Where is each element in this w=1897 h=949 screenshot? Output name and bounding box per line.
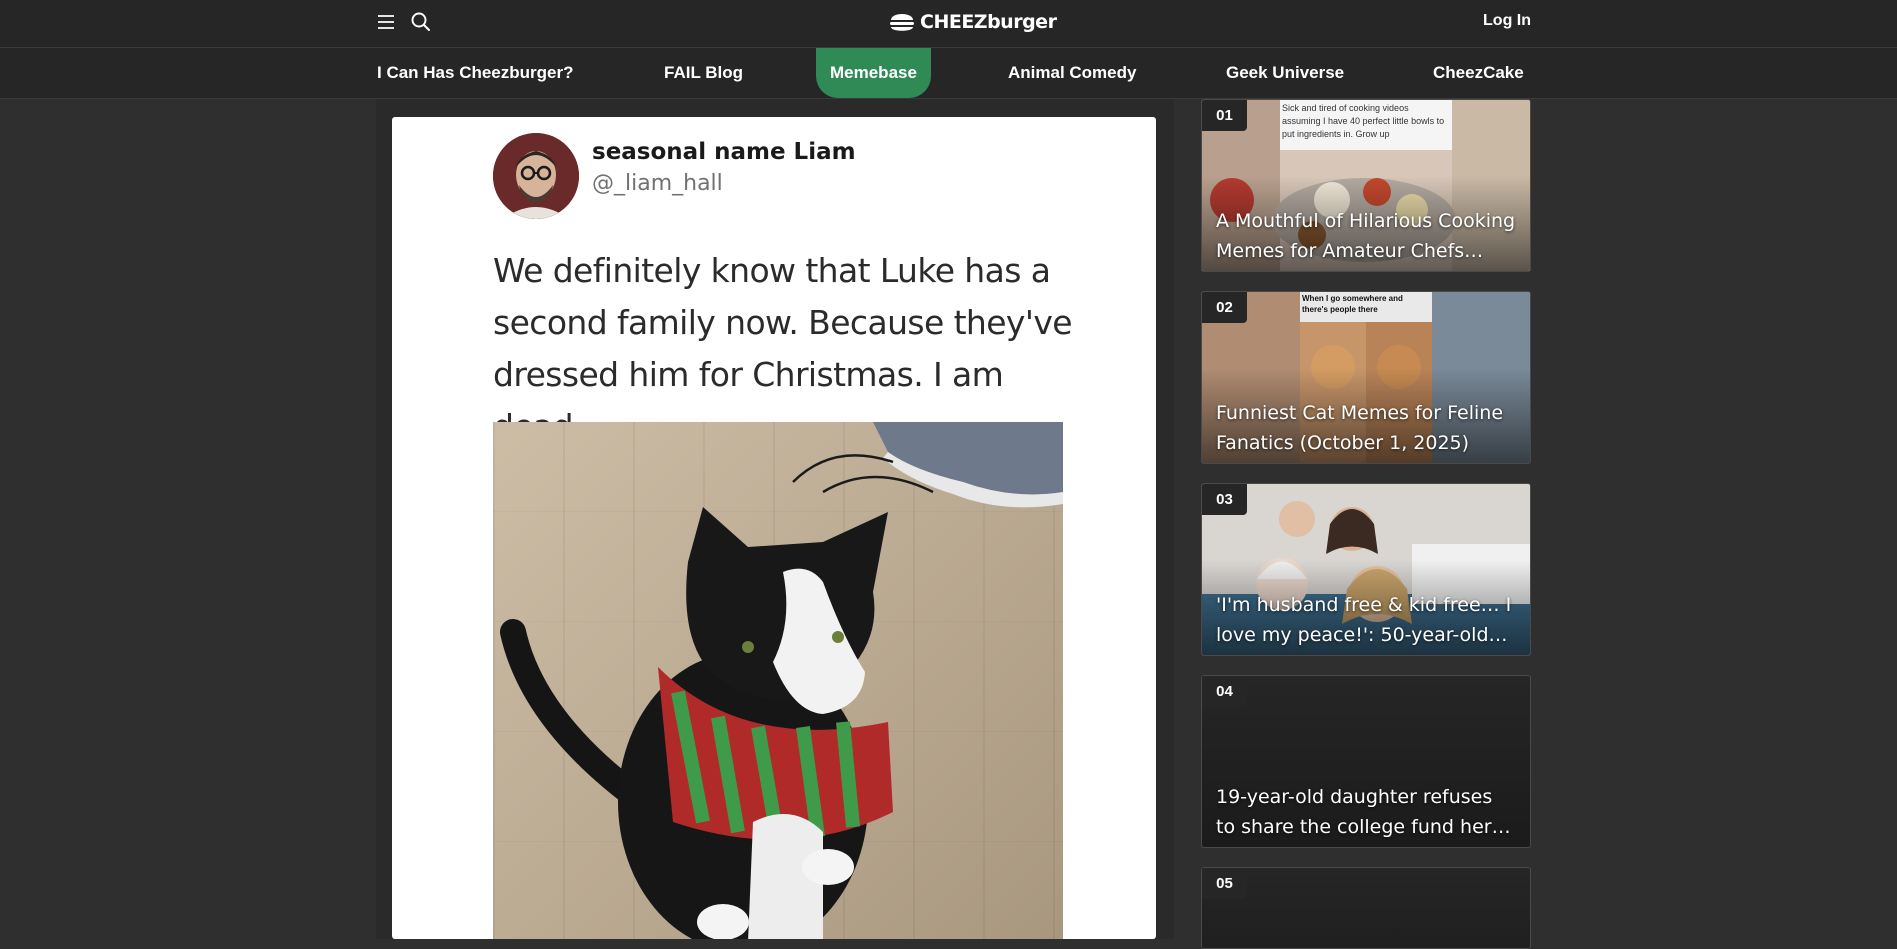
post-card: seasonal name Liam @_liam_hall We defini… [392,117,1156,939]
hamburger-menu-icon[interactable] [376,12,396,32]
nav-item-i-can-has-cheezburger[interactable]: I Can Has Cheezburger? [377,48,574,98]
nav-item-memebase[interactable]: Memebase [816,48,931,98]
top-bar: CHEEZburger Log In [0,0,1897,48]
sidebar-item-title: 'I'm husband free & kid free… I love my … [1216,594,1512,646]
login-link[interactable]: Log In [1483,12,1531,30]
thumbnail-caption: Sick and tired of cooking videos assumin… [1282,103,1445,139]
sidebar-item-1[interactable]: Sick and tired of cooking videos assumin… [1201,99,1531,272]
rank-badge: 04 [1202,676,1247,707]
burger-icon [890,14,914,31]
sidebar-item-2[interactable]: When I go somewhere and there's people t… [1201,291,1531,464]
rank-badge: 01 [1202,100,1247,131]
cat-photo [493,422,1063,939]
site-nav: I Can Has Cheezburger? FAIL Blog Memebas… [0,48,1897,99]
sidebar-item-title: Funniest Cat Memes for Feline Fanatics (… [1216,402,1504,454]
author-handle: @_liam_hall [592,171,723,196]
search-icon[interactable] [410,11,432,33]
nav-item-animal-comedy[interactable]: Animal Comedy [1008,48,1136,98]
sidebar-item-3[interactable]: 03 'I'm husband free & kid free… I love … [1201,483,1531,656]
author-name: seasonal name Liam [592,139,856,165]
nav-item-cheezcake[interactable]: CheezCake [1433,48,1524,98]
sidebar-item-5[interactable]: 05 [1201,867,1531,949]
nav-item-geek-universe[interactable]: Geek Universe [1226,48,1344,98]
sidebar-item-title: A Mouthful of Hilarious Cooking Memes fo… [1216,210,1516,262]
rank-badge: 03 [1202,484,1247,515]
rank-badge: 05 [1202,868,1247,899]
rank-badge: 02 [1202,292,1247,323]
avatar [493,133,579,219]
thumbnail-caption: When I go somewhere and there's people t… [1302,294,1403,314]
sidebar-item-title: 19-year-old daughter refuses to share th… [1216,786,1511,838]
nav-item-fail-blog[interactable]: FAIL Blog [664,48,743,98]
cheezburger-logo[interactable]: CHEEZburger [888,7,1057,37]
sidebar-item-4[interactable]: 04 19-year-old daughter refuses to share… [1201,675,1531,848]
logo-text: CHEEZburger [920,11,1057,33]
